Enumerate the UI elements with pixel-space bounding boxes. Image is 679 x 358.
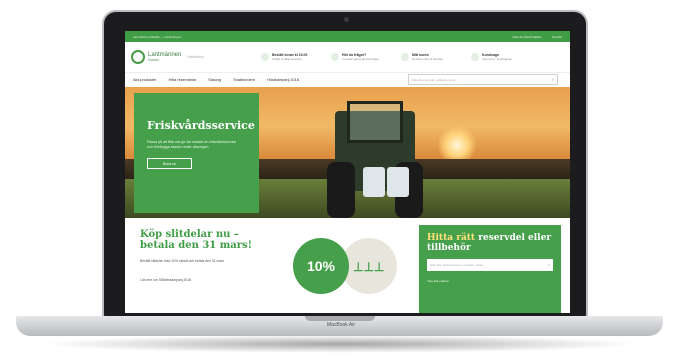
finder-search-input[interactable]: Sök efter artikelnummer, produkt, märke.… (427, 259, 553, 271)
discount-badge: 10% (293, 238, 349, 294)
finder-link[interactable]: Visa alla märken (427, 279, 553, 283)
usp-list: Beställ innan kl 15.00 Snabb & säker leve… (261, 53, 531, 61)
finder-search-placeholder: Sök efter artikelnummer, produkt, märke.… (430, 263, 486, 267)
promo-link[interactable]: Läs mer om Slitdelskampanj 2018 (140, 278, 191, 282)
usp-sub: Snabb & säker leverans (272, 57, 302, 61)
laptop-notch (305, 316, 375, 321)
sprayer-icon: ⊥⊥⊥ (353, 260, 385, 274)
usp-account[interactable]: Mitt konto Se dina ordrar & favoriter (401, 53, 461, 61)
logo-mark-icon (131, 50, 145, 64)
usp-sub: Se dina ordrar & favoriter (412, 57, 444, 61)
truck-icon (261, 53, 269, 61)
usp-delivery: Beställ innan kl 15.00 Snabb & säker leve… (261, 53, 321, 61)
logo-tag: Webbshop (187, 55, 205, 59)
hero-text: Passa på att låta oss ge din maskin en f… (147, 140, 237, 149)
tractor-tank-right (387, 167, 409, 197)
find-dealer-link[interactable]: Hitta din återförsäljare (512, 35, 541, 39)
tractor-wheel-left (327, 162, 355, 218)
nav-campaign[interactable]: Höstkampanj 2018 (267, 78, 299, 82)
chat-icon (331, 53, 339, 61)
hero-title: Friskvårdsservice (147, 119, 255, 132)
usp-sub: Vi svarar gärna på dina frågor (342, 57, 379, 61)
search-input[interactable]: Sök efter produkt, artikelnummer... ⚲ (408, 74, 558, 85)
lower-section: Köp slitdelar nu – betala den 31 mars! B… (125, 218, 570, 313)
usp-cart[interactable]: Kundvagn Inga varor i kundvagnen (471, 53, 531, 61)
laptop-screen: Lantmännen Maskin — Lantmännen Hitta din… (125, 31, 570, 313)
hero-card: Friskvårdsservice Passa på att låta oss … (134, 93, 259, 213)
top-bar: Lantmännen Maskin — Lantmännen Hitta din… (125, 31, 570, 42)
nav-quick-order[interactable]: Snabbordern (233, 78, 255, 82)
contact-link[interactable]: Kontakt (552, 35, 562, 39)
promo-text: Beställ slitdelar med 10% rabatt och bet… (140, 259, 226, 263)
logo[interactable]: Lantmännen Maskin Webbshop (131, 50, 251, 64)
hero-banner: Friskvårdsservice Passa på att låta oss … (125, 87, 570, 218)
tractor-cab-image (347, 101, 403, 143)
laptop-shadow (40, 335, 640, 353)
topbar-left: Lantmännen Maskin — Lantmännen (133, 34, 182, 39)
search-icon[interactable]: ⚲ (552, 78, 554, 82)
nav-all-products[interactable]: Alla produkter (133, 78, 156, 82)
site-header: Lantmännen Maskin Webbshop Beställ innan… (125, 42, 570, 73)
usp-sub: Inga varor i kundvagnen (482, 57, 513, 61)
book-now-button[interactable]: Boka nu (147, 158, 192, 169)
parts-finder-card: Hitta rätt reservdel eller tillbehör Sök… (419, 225, 561, 313)
tractor-tank-left (363, 167, 385, 197)
finder-title-highlight: Hitta rätt (427, 233, 476, 243)
brand-label: MacBook Air (326, 322, 356, 328)
logo-sub: Maskin (148, 58, 160, 62)
nav-find-parts[interactable]: Hitta reservdelar (168, 78, 196, 82)
usp-questions[interactable]: Hitt du frågor? Vi svarar gärna på dina f… (331, 53, 391, 61)
main-nav: Alla produkter Hitta reservdelar Säsong … (125, 73, 570, 87)
finder-title: Hitta rätt reservdel eller tillbehör (427, 233, 553, 253)
nav-season[interactable]: Säsong (208, 78, 221, 82)
camera-icon (344, 17, 349, 22)
search-placeholder: Sök efter produkt, artikelnummer... (412, 77, 458, 82)
search-icon[interactable]: ⚲ (548, 263, 550, 267)
user-icon (401, 53, 409, 61)
promo-title: Köp slitdelar nu – betala den 31 mars! (140, 229, 253, 251)
cart-icon (471, 53, 479, 61)
